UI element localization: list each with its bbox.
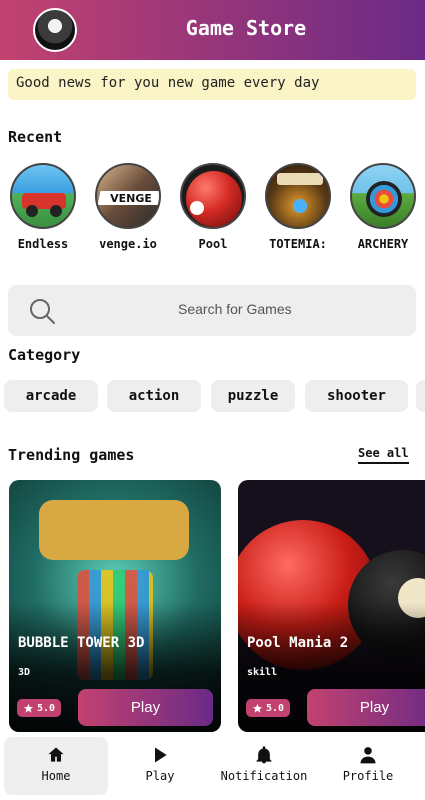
card-title: Pool Mania 2 (247, 635, 349, 651)
search-input[interactable]: Search for Games (178, 301, 292, 317)
avatar[interactable] (33, 8, 77, 52)
game-card-pool-mania[interactable]: Pool Mania 2 skill 5.0 Play (238, 480, 425, 732)
card-tag: skill (247, 667, 278, 678)
venge-thumbnail: VENGE (95, 163, 161, 229)
search-bar[interactable]: Search for Games (8, 285, 416, 336)
recent-item-venge[interactable]: VENGE venge.io (93, 163, 163, 251)
recent-item-label: Endless (17, 237, 69, 251)
rating-value: 5.0 (265, 702, 285, 714)
archery-thumbnail (350, 163, 416, 229)
recent-title: Recent (8, 128, 63, 146)
star-icon (252, 703, 263, 713)
pool-thumbnail (180, 163, 246, 229)
news-banner: Good news for you new game every day (8, 69, 416, 100)
app-header: Game Store (0, 0, 425, 60)
recent-item-totemia[interactable]: TOTEMIA: (263, 163, 333, 251)
recent-item-label: ARCHERY (357, 237, 409, 251)
bell-icon (256, 746, 272, 764)
search-icon (30, 299, 55, 324)
nav-item-profile[interactable]: Profile (316, 737, 420, 795)
recent-item-label: venge.io (99, 237, 157, 251)
card-tag: 3D (18, 667, 31, 678)
rating-badge: 5.0 (246, 699, 290, 717)
nav-label: Notification (220, 769, 308, 783)
endless-thumbnail (10, 163, 76, 229)
recent-list: Endless VENGE venge.io Pool TOTEMIA: ARC… (8, 163, 425, 258)
category-chip-partial[interactable] (416, 380, 425, 412)
card-title: BUBBLE TOWER 3D (18, 635, 145, 651)
nav-label: Profile (342, 769, 394, 783)
recent-item-label: TOTEMIA: (269, 237, 327, 251)
nav-label: Play (145, 769, 175, 783)
category-title: Category (8, 346, 81, 364)
play-button[interactable]: Play (307, 689, 425, 726)
nav-item-play[interactable]: Play (108, 737, 212, 795)
recent-item-endless[interactable]: Endless (8, 163, 78, 251)
nav-item-home[interactable]: Home (4, 737, 108, 795)
nav-label: Home (41, 769, 71, 783)
category-chip-action[interactable]: action (107, 380, 201, 412)
rating-badge: 5.0 (17, 699, 61, 717)
play-button[interactable]: Play (78, 689, 213, 726)
rating-value: 5.0 (36, 702, 56, 714)
page-title: Game Store (185, 16, 307, 40)
recent-item-pool[interactable]: Pool (178, 163, 248, 251)
category-chip-shooter[interactable]: shooter (305, 380, 408, 412)
bottom-nav: Home Play Notification Profile (0, 737, 425, 800)
see-all-link[interactable]: See all (358, 446, 409, 464)
star-icon (23, 703, 34, 713)
home-icon (48, 747, 64, 762)
category-chip-arcade[interactable]: arcade (4, 380, 98, 412)
recent-item-archery[interactable]: ARCHERY (348, 163, 418, 251)
recent-item-label: Pool (198, 237, 228, 251)
trending-title: Trending games (8, 446, 135, 464)
game-card-bubble-tower[interactable]: BUBBLE TOWER 3D 3D 5.0 Play (9, 480, 221, 732)
totemia-thumbnail (265, 163, 331, 229)
category-chip-puzzle[interactable]: puzzle (211, 380, 295, 412)
person-icon (360, 747, 376, 764)
nav-item-notification[interactable]: Notification (212, 737, 316, 795)
play-icon (155, 747, 167, 763)
